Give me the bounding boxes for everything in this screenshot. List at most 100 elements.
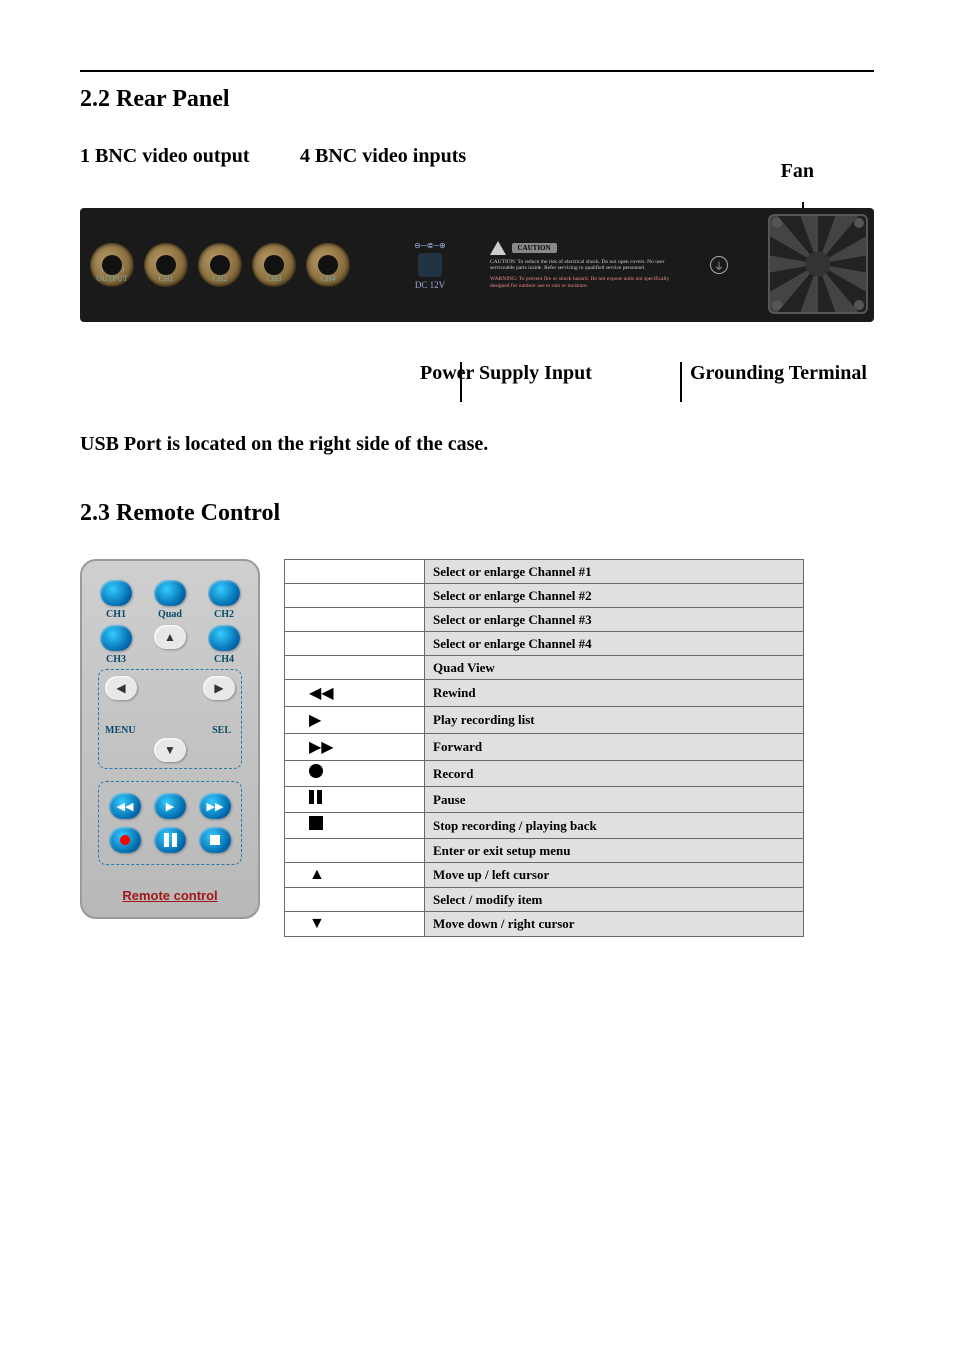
record-icon [309, 764, 323, 778]
table-icon-cell [285, 584, 425, 608]
table-row: Quad View [285, 656, 804, 680]
label-bnc-output: 1 BNC video output [80, 145, 300, 168]
bnc-out-label: VIDEO OUTPUT [90, 265, 134, 283]
dc-label: DC 12V [400, 280, 460, 290]
rewind-icon: ◀◀ [309, 685, 334, 702]
table-row: Select or enlarge Channel #2 [285, 584, 804, 608]
table-desc-cell: Select or enlarge Channel #1 [425, 560, 804, 584]
table-desc-cell: Quad View [425, 656, 804, 680]
table-icon-cell: ▶ [285, 707, 425, 734]
table-desc-cell: Rewind [425, 680, 804, 707]
table-desc-cell: Select or enlarge Channel #2 [425, 584, 804, 608]
table-desc-cell: Select or enlarge Channel #4 [425, 632, 804, 656]
remote-btn-stop[interactable] [199, 827, 231, 853]
fan-grill [768, 214, 868, 314]
remote-label-ch2: CH2 [206, 609, 242, 620]
table-desc-cell: Select / modify item [425, 888, 804, 912]
remote-label-ch3: CH3 [98, 654, 134, 665]
table-row: Select / modify item [285, 888, 804, 912]
ground-terminal-icon: ⏚ [710, 256, 728, 274]
label-power-supply: Power Supply Input [420, 362, 650, 385]
table-desc-cell: Pause [425, 787, 804, 813]
caution-triangle-icon [490, 241, 506, 255]
remote-label-sel: SEL [212, 725, 231, 736]
remote-btn-down[interactable]: ▼ [154, 738, 186, 762]
remote-control-image: CH1 Quad CH2 ▲ CH3 CH4 ◀ ▶ ▼ MENU SEL [80, 559, 260, 919]
table-row: Enter or exit setup menu [285, 839, 804, 863]
caution-text: CAUTION: To reduce the risk of electrica… [490, 259, 690, 272]
remote-dpad: ◀ ▶ ▼ MENU SEL [98, 669, 242, 769]
bnc-ch1: CH1 [144, 243, 188, 287]
table-desc-cell: Record [425, 761, 804, 787]
remote-btn-ch4[interactable] [208, 625, 240, 651]
table-row: Stop recording / playing back [285, 813, 804, 839]
warning-text: WARNING: To prevent fire or shock hazard… [490, 276, 690, 289]
remote-btn-up[interactable]: ▲ [154, 625, 186, 649]
table-row: Record [285, 761, 804, 787]
table-desc-cell: Play recording list [425, 707, 804, 734]
remote-btn-left[interactable]: ◀ [105, 676, 137, 700]
table-icon-cell: ▼ [285, 912, 425, 937]
table-row: Pause [285, 787, 804, 813]
remote-btn-forward[interactable]: ▶▶ [199, 793, 231, 819]
remote-label-quad: Quad [152, 609, 188, 620]
table-row: ▶▶Forward [285, 734, 804, 761]
remote-label-ch1: CH1 [98, 609, 134, 620]
remote-btn-rewind[interactable]: ◀◀ [109, 793, 141, 819]
table-desc-cell: Enter or exit setup menu [425, 839, 804, 863]
table-icon-cell [285, 787, 425, 813]
bnc-ch3: CH3 [252, 243, 296, 287]
down-arrow-icon: ▼ [309, 915, 325, 932]
bnc-ch2-label: CH2 [198, 274, 242, 283]
remote-label-ch4: CH4 [206, 654, 242, 665]
table-icon-cell [285, 560, 425, 584]
bnc-ch3-label: CH3 [252, 274, 296, 283]
remote-transport-box: ◀◀ ▶ ▶▶ [98, 781, 242, 865]
bnc-ch4-label: CH4 [306, 274, 350, 283]
table-desc-cell: Forward [425, 734, 804, 761]
pause-icon [309, 790, 322, 804]
bnc-video-output: VIDEO OUTPUT [90, 243, 134, 287]
table-icon-cell [285, 608, 425, 632]
bnc-ch2: CH2 [198, 243, 242, 287]
remote-btn-ch3[interactable] [100, 625, 132, 651]
table-row: Select or enlarge Channel #4 [285, 632, 804, 656]
up-arrow-icon: ▲ [309, 866, 325, 883]
warning-label-block: CAUTION CAUTION: To reduce the risk of e… [490, 241, 690, 289]
table-icon-cell [285, 888, 425, 912]
usb-port-note: USB Port is located on the right side of… [80, 433, 874, 456]
table-row: ▼ Move down / right cursor [285, 912, 804, 937]
table-desc-cell: Move down / right cursor [425, 912, 804, 937]
label-bnc-inputs: 4 BNC video inputs [300, 145, 520, 168]
rear-panel-image: VIDEO OUTPUT CH1 CH2 CH3 CH4 ⊖─⋐─⊕ DC 12… [80, 208, 874, 322]
table-row: ▶Play recording list [285, 707, 804, 734]
table-icon-cell: ◀◀ [285, 680, 425, 707]
section-title-remote-control: 2.3 Remote Control [80, 500, 874, 527]
table-icon-cell [285, 813, 425, 839]
bnc-ch4: CH4 [306, 243, 350, 287]
table-row: ▲ Move up / left cursor [285, 863, 804, 888]
remote-btn-ch1[interactable] [100, 580, 132, 606]
remote-function-table: Select or enlarge Channel #1Select or en… [284, 559, 804, 937]
label-ground-terminal: Grounding Terminal [650, 362, 874, 385]
dc-power-jack: ⊖─⋐─⊕ DC 12V [400, 241, 460, 290]
stop-icon [309, 816, 323, 830]
remote-btn-record[interactable] [109, 827, 141, 853]
bnc-ch1-label: CH1 [144, 274, 188, 283]
table-row: ◀◀ Rewind [285, 680, 804, 707]
remote-btn-quad[interactable] [154, 580, 186, 606]
table-row: Select or enlarge Channel #1 [285, 560, 804, 584]
section-title-rear-panel: 2.2 Rear Panel [80, 86, 874, 113]
remote-btn-right[interactable]: ▶ [203, 676, 235, 700]
table-desc-cell: Select or enlarge Channel #3 [425, 608, 804, 632]
remote-btn-pause[interactable] [154, 827, 186, 853]
table-icon-cell [285, 761, 425, 787]
remote-footer-label: Remote control [94, 888, 246, 903]
remote-btn-play[interactable]: ▶ [154, 793, 186, 819]
table-desc-cell: Move up / left cursor [425, 863, 804, 888]
table-icon-cell [285, 632, 425, 656]
table-row: Select or enlarge Channel #3 [285, 608, 804, 632]
label-fan: Fan [781, 160, 814, 183]
caution-badge: CAUTION [512, 243, 557, 253]
remote-btn-ch2[interactable] [208, 580, 240, 606]
